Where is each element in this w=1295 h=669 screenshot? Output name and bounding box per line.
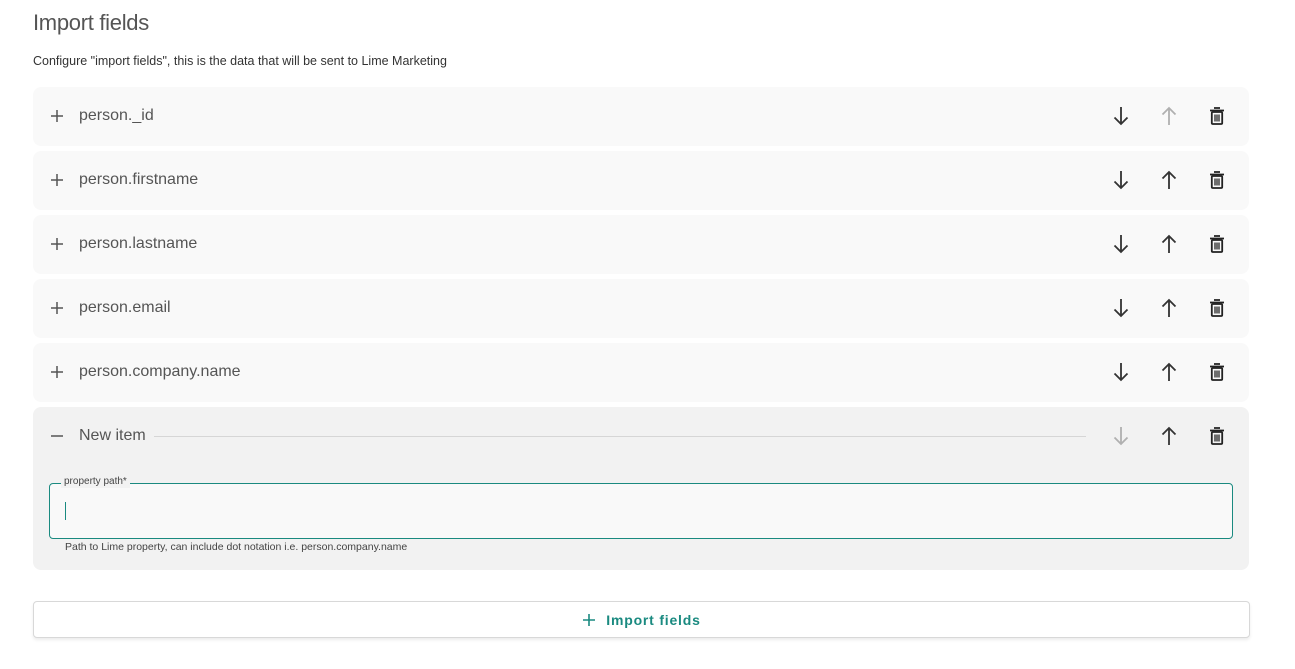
move-down-icon[interactable] [1109,104,1133,128]
collapse-icon[interactable] [47,426,67,446]
plus-icon [582,613,596,627]
move-up-icon[interactable] [1157,168,1181,192]
add-button-label: Import fields [606,611,701,628]
expand-icon[interactable] [47,170,67,190]
delete-icon[interactable] [1205,232,1229,256]
list-item[interactable]: person.lastname [33,215,1249,274]
property-path-label: property path* [61,476,130,488]
property-path-input[interactable] [64,498,1218,524]
item-label: person.company.name [79,363,241,380]
list-item[interactable]: person.company.name [33,343,1249,402]
list-item[interactable]: person._id [33,87,1249,146]
expand-icon[interactable] [47,234,67,254]
page-title: Import fields [33,10,149,35]
new-item-panel: New item property path* Path to Lime pro… [33,407,1249,570]
item-label: person.lastname [79,235,198,252]
delete-icon[interactable] [1205,296,1229,320]
list-item[interactable]: person.firstname [33,151,1249,210]
add-import-field-button[interactable]: Import fields [33,601,1250,638]
delete-icon[interactable] [1205,360,1229,384]
text-caret [65,502,66,520]
move-up-icon [1157,104,1181,128]
move-down-icon [1109,424,1133,448]
item-label: New item [79,427,146,444]
move-up-icon[interactable] [1157,296,1181,320]
move-up-icon[interactable] [1157,424,1181,448]
delete-icon[interactable] [1205,104,1229,128]
item-label: person.firstname [79,171,199,188]
move-up-icon[interactable] [1157,360,1181,384]
expand-icon[interactable] [47,362,67,382]
delete-icon[interactable] [1205,424,1229,448]
expand-icon[interactable] [47,298,67,318]
delete-icon[interactable] [1205,168,1229,192]
header-divider [154,436,1086,437]
import-fields-list: person._id person.firstname person.lastn… [33,87,1249,575]
page-subtitle: Configure "import fields", this is the d… [33,54,447,68]
move-down-icon[interactable] [1109,232,1133,256]
property-path-field[interactable] [49,483,1233,539]
move-down-icon[interactable] [1109,360,1133,384]
list-item[interactable]: person.email [33,279,1249,338]
move-down-icon[interactable] [1109,168,1133,192]
item-label: person.email [79,299,171,316]
move-down-icon[interactable] [1109,296,1133,320]
item-label: person._id [79,107,154,124]
property-path-helper: Path to Lime property, can include dot n… [65,541,408,553]
page: Import fields Configure "import fields",… [0,0,1295,669]
move-up-icon[interactable] [1157,232,1181,256]
expand-icon[interactable] [47,106,67,126]
